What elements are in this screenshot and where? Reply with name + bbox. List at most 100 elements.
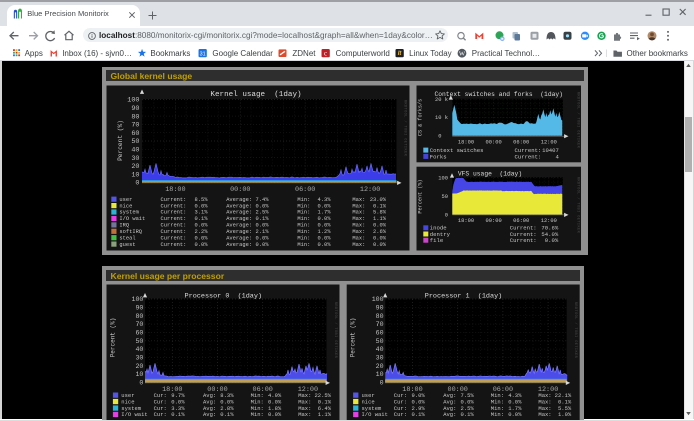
svg-text:Max:: Max: — [352, 229, 365, 235]
svg-text:60: 60 — [376, 330, 384, 337]
svg-text:80: 80 — [135, 313, 143, 320]
svg-text:0.0%: 0.0% — [318, 223, 332, 229]
svg-text:Max:: Max: — [352, 235, 365, 241]
svg-text:90: 90 — [135, 305, 143, 312]
svg-text:0.0%: 0.0% — [195, 203, 209, 209]
svg-text:Average:: Average: — [226, 223, 252, 229]
svg-text:Percent (%): Percent (%) — [350, 318, 357, 358]
svg-text:0.0%: 0.0% — [256, 235, 270, 241]
svg-text:100: 100 — [127, 97, 139, 105]
svg-text:0: 0 — [380, 380, 384, 387]
svg-text:Current:: Current: — [161, 223, 187, 229]
svg-text:RRDTOOL / TOBI OETIKER: RRDTOOL / TOBI OETIKER — [573, 302, 578, 359]
svg-text:18:00: 18:00 — [458, 218, 474, 224]
svg-text:Min:: Min: — [251, 411, 264, 418]
svg-text:80: 80 — [376, 313, 384, 320]
svg-text:20: 20 — [376, 363, 384, 370]
svg-text:70: 70 — [376, 321, 384, 328]
svg-text:70: 70 — [135, 321, 143, 328]
svg-text:50: 50 — [442, 194, 448, 200]
svg-text:20: 20 — [135, 363, 143, 370]
svg-text:0.1%: 0.1% — [195, 216, 209, 222]
svg-text:10: 10 — [131, 171, 139, 179]
svg-text:1.2%: 1.2% — [318, 229, 332, 235]
svg-text:0.0%: 0.0% — [195, 242, 209, 248]
svg-text:100: 100 — [372, 296, 384, 303]
svg-text:40: 40 — [376, 346, 384, 353]
svg-text:0.0%: 0.0% — [373, 242, 387, 248]
svg-text:06:00: 06:00 — [513, 218, 529, 224]
svg-text:50: 50 — [376, 338, 384, 345]
svg-text:8.5%: 8.5% — [195, 197, 209, 203]
svg-text:60: 60 — [131, 130, 139, 138]
svg-text:12:00: 12:00 — [541, 218, 557, 224]
svg-text:70: 70 — [131, 122, 139, 130]
svg-text:0: 0 — [445, 213, 448, 219]
svg-text:Current:: Current: — [161, 235, 187, 241]
svg-text:20: 20 — [131, 163, 139, 171]
svg-text:06:00: 06:00 — [295, 186, 315, 194]
svg-text:100: 100 — [438, 176, 448, 182]
svg-text:Avg:: Avg: — [443, 411, 456, 418]
svg-text:18:00: 18:00 — [458, 139, 474, 145]
svg-text:Current:: Current: — [161, 210, 187, 216]
svg-text:Min:: Min: — [297, 223, 310, 229]
svg-text:0: 0 — [438, 134, 441, 140]
svg-text:Max:: Max: — [352, 210, 365, 216]
svg-text:20 k: 20 k — [435, 97, 448, 103]
svg-text:Max:: Max: — [352, 197, 365, 203]
svg-text:1.0%: 1.0% — [558, 411, 572, 418]
svg-text:Average:: Average: — [226, 216, 252, 222]
svg-text:Percent (%): Percent (%) — [110, 318, 117, 358]
svg-text:12:00: 12:00 — [541, 139, 557, 145]
svg-text:Min:: Min: — [297, 197, 310, 203]
svg-text:0.0%: 0.0% — [318, 235, 332, 241]
svg-text:system: system — [119, 210, 138, 216]
svg-text:0.0%: 0.0% — [318, 216, 332, 222]
svg-text:Max:: Max: — [538, 411, 551, 418]
svg-text:0.1%: 0.1% — [411, 411, 425, 418]
svg-text:steal: steal — [119, 235, 135, 241]
svg-text:Max:: Max: — [352, 203, 365, 209]
svg-text:0.0%: 0.0% — [318, 203, 332, 209]
svg-text:Min:: Min: — [297, 203, 310, 209]
svg-text:Average:: Average: — [226, 242, 252, 248]
svg-text:2.5%: 2.5% — [256, 210, 270, 216]
svg-text:23.0%: 23.0% — [370, 197, 387, 203]
svg-text:Min:: Min: — [297, 216, 310, 222]
svg-text:0.0%: 0.0% — [508, 411, 522, 418]
svg-text:Min:: Min: — [297, 210, 310, 216]
svg-text:Average:: Average: — [226, 210, 252, 216]
svg-text:0.1%: 0.1% — [256, 216, 270, 222]
svg-text:0.0%: 0.0% — [373, 235, 387, 241]
svg-text:I/O wait: I/O wait — [119, 216, 145, 222]
svg-text:2.2%: 2.2% — [195, 229, 209, 235]
svg-text:1.7%: 1.7% — [318, 210, 332, 216]
svg-text:Current:: Current: — [161, 229, 187, 235]
svg-text:2.6%: 2.6% — [373, 229, 387, 235]
svg-text:10 k: 10 k — [435, 115, 448, 121]
svg-text:30: 30 — [131, 155, 139, 163]
svg-text:90: 90 — [131, 105, 139, 113]
svg-text:0.0%: 0.0% — [373, 223, 387, 229]
svg-text:Processor 1 (1day): Processor 1 (1day) — [425, 293, 503, 301]
svg-text:RRDTOOL / TOBI OETIKER: RRDTOOL / TOBI OETIKER — [333, 302, 338, 359]
svg-text:Current:: Current: — [161, 197, 187, 203]
svg-text:0.1%: 0.1% — [373, 203, 387, 209]
svg-text:0.0%: 0.0% — [318, 242, 332, 248]
svg-text:Min:: Min: — [297, 242, 310, 248]
svg-text:Cur:: Cur: — [154, 411, 167, 418]
svg-text:Average:: Average: — [226, 203, 252, 209]
svg-text:RRDTOOL / TOBI OETIKER: RRDTOOL / TOBI OETIKER — [402, 100, 407, 157]
svg-text:0.0%: 0.0% — [195, 223, 209, 229]
svg-text:0.1%: 0.1% — [220, 411, 234, 418]
svg-text:Min:: Min: — [297, 235, 310, 241]
svg-text:80: 80 — [131, 113, 139, 121]
svg-text:0.0%: 0.0% — [268, 411, 282, 418]
svg-text:40: 40 — [131, 147, 139, 155]
svg-text:0: 0 — [139, 380, 143, 387]
svg-text:Percent (%): Percent (%) — [418, 179, 424, 213]
svg-text:Avg:: Avg: — [203, 411, 216, 418]
svg-text:I/O wait: I/O wait — [121, 411, 147, 418]
svg-text:IRQ: IRQ — [119, 223, 129, 229]
